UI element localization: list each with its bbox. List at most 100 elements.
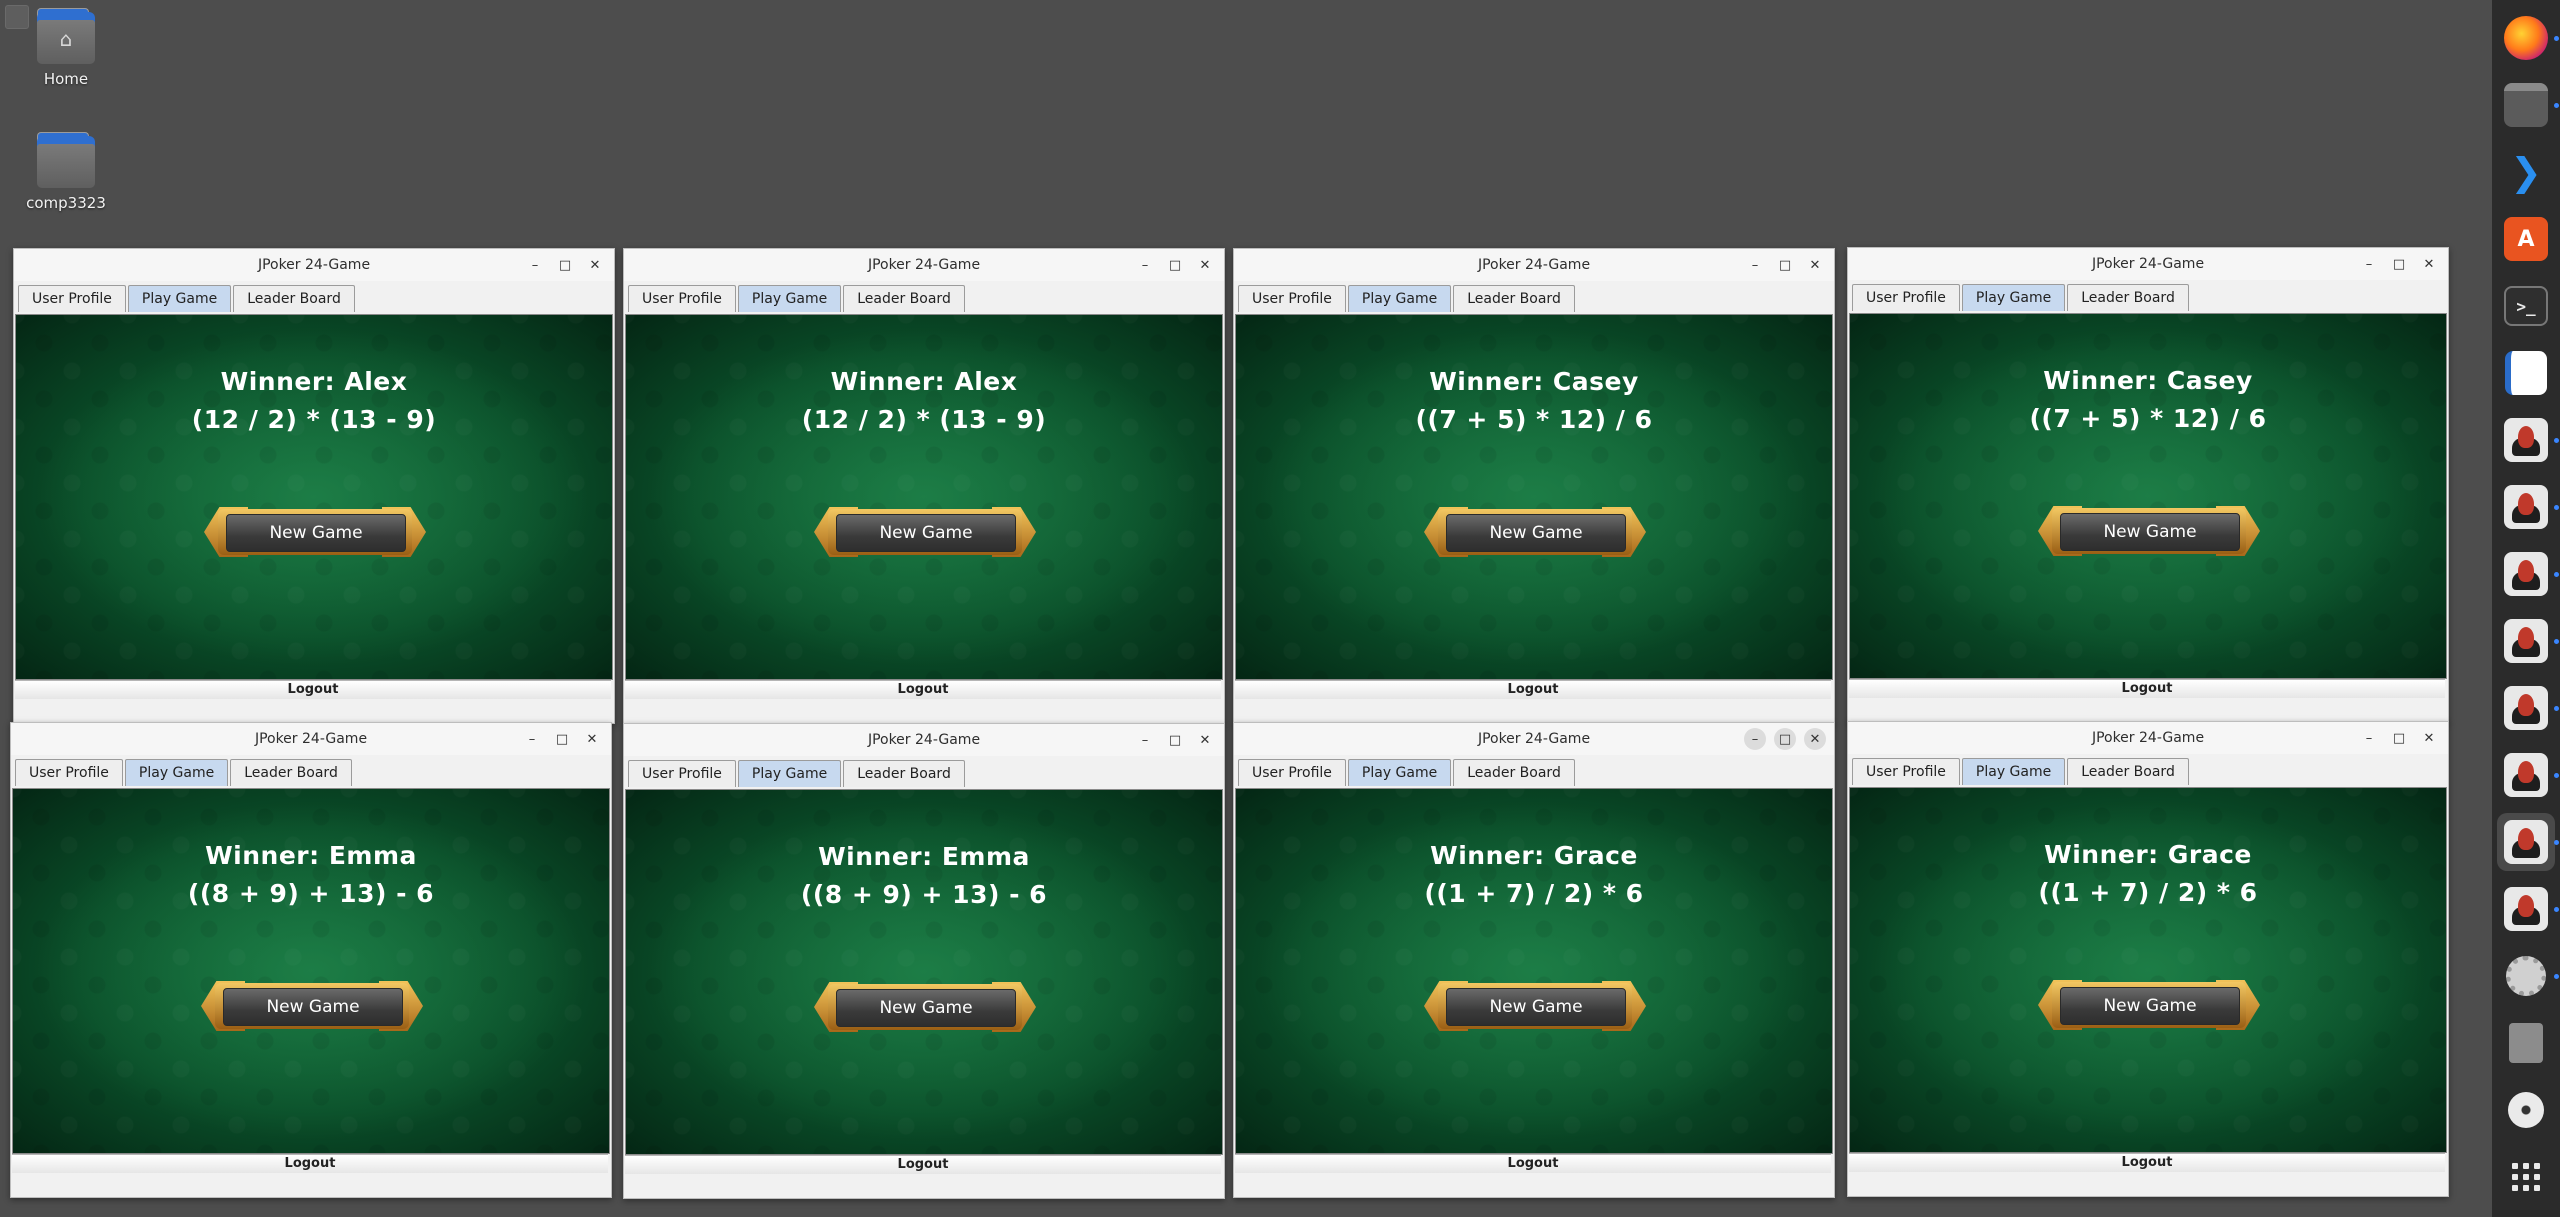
- tab-play-game[interactable]: Play Game: [737, 285, 842, 312]
- tab-leader-board[interactable]: Leader Board: [233, 285, 355, 312]
- desktop-icon-home[interactable]: ⌂ Home: [6, 8, 126, 88]
- minimize-button[interactable]: –: [521, 728, 543, 750]
- minimize-button[interactable]: –: [524, 254, 546, 276]
- dock-item-disc[interactable]: [2497, 1081, 2555, 1139]
- window-titlebar[interactable]: JPoker 24-Game – □ ✕: [1234, 723, 1834, 755]
- new-game-button[interactable]: New Game: [814, 503, 1036, 561]
- java-app-icon: [2504, 887, 2548, 931]
- maximize-button[interactable]: □: [554, 254, 576, 276]
- logout-button[interactable]: Logout: [1849, 1153, 2445, 1172]
- logout-button[interactable]: Logout: [1235, 680, 1831, 699]
- logout-button[interactable]: Logout: [15, 680, 611, 699]
- new-game-button[interactable]: New Game: [2038, 976, 2260, 1034]
- minimize-button[interactable]: –: [1744, 254, 1766, 276]
- desktop-icon-comp3323[interactable]: comp3323: [6, 132, 126, 212]
- new-game-button[interactable]: New Game: [814, 978, 1036, 1036]
- tab-bar: User Profile Play Game Leader Board: [15, 759, 354, 787]
- tab-play-game[interactable]: Play Game: [1347, 285, 1452, 312]
- tab-user-profile[interactable]: User Profile: [1852, 758, 1960, 785]
- tab-user-profile[interactable]: User Profile: [628, 760, 736, 787]
- window-titlebar[interactable]: JPoker 24-Game – □ ✕: [11, 723, 611, 755]
- winning-expression: ((1 + 7) / 2) * 6: [1424, 879, 1644, 908]
- window-titlebar[interactable]: JPoker 24-Game – □ ✕: [624, 724, 1224, 756]
- new-game-button[interactable]: New Game: [1424, 503, 1646, 561]
- tab-user-profile[interactable]: User Profile: [18, 285, 126, 312]
- window-titlebar[interactable]: JPoker 24-Game – □ ✕: [1234, 249, 1834, 281]
- close-button[interactable]: ✕: [2418, 253, 2440, 275]
- disc-icon: [2508, 1092, 2544, 1128]
- tab-user-profile[interactable]: User Profile: [1852, 284, 1960, 311]
- tab-play-game[interactable]: Play Game: [1961, 758, 2066, 785]
- logout-button[interactable]: Logout: [625, 680, 1221, 699]
- tab-leader-board[interactable]: Leader Board: [843, 285, 965, 312]
- game-table: Winner: Casey ((7 + 5) * 12) / 6 New Gam…: [1849, 313, 2447, 679]
- tab-play-game[interactable]: Play Game: [737, 760, 842, 787]
- dock-item-firefox[interactable]: [2497, 9, 2559, 67]
- maximize-button[interactable]: □: [2388, 727, 2410, 749]
- minimize-button[interactable]: –: [1134, 254, 1156, 276]
- game-window: JPoker 24-Game – □ ✕ User Profile Play G…: [1233, 722, 1835, 1198]
- dock-item-java-1[interactable]: [2497, 411, 2559, 469]
- tab-leader-board[interactable]: Leader Board: [1453, 285, 1575, 312]
- dock-item-app-center[interactable]: A: [2497, 210, 2555, 268]
- dock-item-writer[interactable]: [2497, 344, 2555, 402]
- maximize-button[interactable]: □: [1164, 254, 1186, 276]
- logout-button[interactable]: Logout: [625, 1155, 1221, 1174]
- new-game-button[interactable]: New Game: [204, 503, 426, 561]
- close-button[interactable]: ✕: [1804, 254, 1826, 276]
- minimize-button[interactable]: –: [2358, 727, 2380, 749]
- dock-item-files[interactable]: [2497, 76, 2559, 134]
- close-button[interactable]: ✕: [584, 254, 606, 276]
- dock-item-show-apps[interactable]: [2497, 1148, 2555, 1206]
- tab-user-profile[interactable]: User Profile: [1238, 285, 1346, 312]
- dock-item-java-8[interactable]: [2497, 880, 2559, 938]
- window-titlebar[interactable]: JPoker 24-Game – □ ✕: [1848, 248, 2448, 280]
- new-game-button[interactable]: New Game: [2038, 502, 2260, 560]
- dock-item-java-3[interactable]: [2497, 545, 2559, 603]
- tab-leader-board[interactable]: Leader Board: [230, 759, 352, 786]
- close-button[interactable]: ✕: [1194, 254, 1216, 276]
- close-button[interactable]: ✕: [1194, 729, 1216, 751]
- dock-item-terminal[interactable]: >_: [2497, 277, 2555, 335]
- logout-button[interactable]: Logout: [1235, 1154, 1831, 1173]
- minimize-button[interactable]: –: [1134, 729, 1156, 751]
- tab-leader-board[interactable]: Leader Board: [1453, 759, 1575, 786]
- tab-leader-board[interactable]: Leader Board: [2067, 284, 2189, 311]
- dock-item-vscode[interactable]: ❯: [2497, 143, 2555, 201]
- window-titlebar[interactable]: JPoker 24-Game – □ ✕: [624, 249, 1224, 281]
- dock-item-java-4[interactable]: [2497, 612, 2559, 670]
- maximize-button[interactable]: □: [551, 728, 573, 750]
- window-titlebar[interactable]: JPoker 24-Game – □ ✕: [14, 249, 614, 281]
- minimize-button[interactable]: –: [2358, 253, 2380, 275]
- dock-item-java-7[interactable]: [2497, 813, 2559, 871]
- close-button[interactable]: ✕: [1804, 728, 1826, 750]
- show-apps-icon: [2512, 1163, 2540, 1191]
- maximize-button[interactable]: □: [2388, 253, 2410, 275]
- tab-play-game[interactable]: Play Game: [1347, 759, 1452, 786]
- tab-leader-board[interactable]: Leader Board: [2067, 758, 2189, 785]
- dock-item-java-6[interactable]: [2497, 746, 2559, 804]
- dock-item-settings[interactable]: [2497, 947, 2559, 1005]
- dock-item-trash[interactable]: [2497, 1014, 2555, 1072]
- tab-user-profile[interactable]: User Profile: [628, 285, 736, 312]
- tab-user-profile[interactable]: User Profile: [1238, 759, 1346, 786]
- tab-play-game[interactable]: Play Game: [124, 759, 229, 786]
- maximize-button[interactable]: □: [1774, 728, 1796, 750]
- maximize-button[interactable]: □: [1164, 729, 1186, 751]
- new-game-button[interactable]: New Game: [201, 977, 423, 1035]
- tab-leader-board[interactable]: Leader Board: [843, 760, 965, 787]
- tab-play-game[interactable]: Play Game: [127, 285, 232, 312]
- dock-item-java-2[interactable]: [2497, 478, 2559, 536]
- tab-play-game[interactable]: Play Game: [1961, 284, 2066, 311]
- logout-button[interactable]: Logout: [12, 1154, 608, 1173]
- logout-button[interactable]: Logout: [1849, 679, 2445, 698]
- close-button[interactable]: ✕: [581, 728, 603, 750]
- minimize-button[interactable]: –: [1744, 728, 1766, 750]
- new-game-button[interactable]: New Game: [1424, 977, 1646, 1035]
- dock: ❯ A >_: [2492, 0, 2560, 1217]
- tab-user-profile[interactable]: User Profile: [15, 759, 123, 786]
- window-titlebar[interactable]: JPoker 24-Game – □ ✕: [1848, 722, 2448, 754]
- maximize-button[interactable]: □: [1774, 254, 1796, 276]
- close-button[interactable]: ✕: [2418, 727, 2440, 749]
- dock-item-java-5[interactable]: [2497, 679, 2559, 737]
